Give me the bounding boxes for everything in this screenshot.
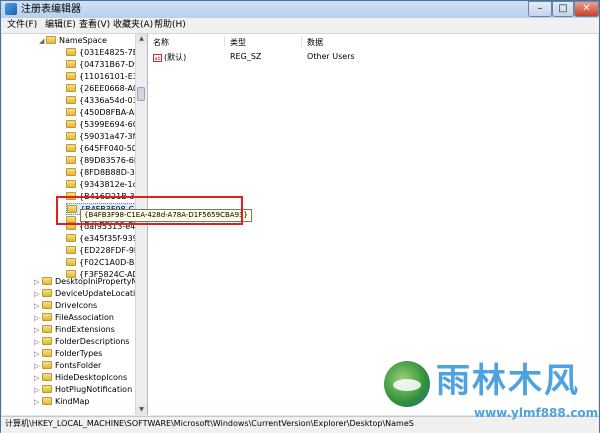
tree-item-child[interactable]: {ED228FDF-9EA [66, 245, 144, 257]
scroll-thumb[interactable] [137, 87, 145, 101]
folder-icon [42, 300, 52, 309]
tree-item-sibling[interactable]: ▷ FindExtensions [34, 324, 115, 336]
folder-icon [66, 47, 76, 56]
tree-item-namespace[interactable]: ◢ NameSpace [39, 35, 107, 47]
tree-item-child[interactable]: {8FD8B88D-30E [66, 167, 145, 179]
expand-icon[interactable]: ▷ [34, 348, 40, 360]
expand-icon[interactable]: ▷ [34, 396, 40, 408]
menu-help[interactable]: 帮助(H) [154, 19, 186, 32]
registry-editor-window: 注册表编辑器 – □ ✕ 文件(F) 编辑(E) 查看(V) 收藏夹(A) 帮助… [0, 0, 600, 433]
folder-icon [66, 107, 76, 116]
tree-item-sibling[interactable]: ▷ KindMap [34, 396, 90, 408]
tree-item-child[interactable]: {59031a47-3f72 [66, 131, 146, 143]
folder-icon [42, 348, 52, 357]
tree-item-sibling[interactable]: ▷ DesktopIniPropertyMa [34, 276, 143, 288]
folder-icon [66, 179, 76, 188]
menu-edit[interactable]: 编辑(E) [45, 19, 76, 32]
tree-item-sibling[interactable]: ▷ DriveIcons [34, 300, 97, 312]
folder-icon [66, 71, 76, 80]
menu-bar: 文件(F) 编辑(E) 查看(V) 收藏夹(A) 帮助(H) [1, 18, 599, 34]
value-row-name[interactable]: ab (默认) [153, 52, 186, 63]
watermark-brand: 雨林木风 [436, 361, 580, 401]
scroll-down-icon[interactable]: ▼ [136, 405, 147, 415]
folder-icon [66, 245, 76, 254]
tree-item-child[interactable]: {F02C1A0D-BE2 [66, 257, 145, 269]
window-title: 注册表编辑器 [21, 4, 81, 15]
title-bar[interactable]: 注册表编辑器 – □ ✕ [1, 1, 599, 18]
column-header-name[interactable]: 名称 [153, 37, 169, 48]
maximize-button[interactable]: □ [552, 1, 574, 17]
folder-icon [42, 336, 52, 345]
watermark-url: www.ylmf888.com [474, 406, 599, 420]
expand-icon[interactable]: ▷ [34, 312, 40, 324]
folder-icon [66, 233, 76, 242]
folder-icon [42, 324, 52, 333]
tree-item-child[interactable]: {e345f35f-9397- [66, 233, 146, 245]
expand-icon[interactable]: ▷ [34, 360, 40, 372]
tree-item-sibling[interactable]: ▷ FontsFolder [34, 360, 101, 372]
expand-icon[interactable]: ▷ [34, 276, 40, 288]
folder-icon [42, 276, 52, 285]
folder-icon [42, 312, 52, 321]
folder-icon [42, 288, 52, 297]
folder-icon [66, 59, 76, 68]
column-header-type[interactable]: 类型 [230, 37, 246, 48]
expand-icon[interactable]: ▷ [34, 384, 40, 396]
menu-favorites[interactable]: 收藏夹(A) [113, 19, 153, 32]
scroll-up-icon[interactable]: ▲ [136, 34, 147, 44]
minimize-button[interactable]: – [528, 1, 552, 17]
brand-logo-icon [384, 361, 430, 407]
folder-icon [42, 396, 52, 405]
expand-icon[interactable]: ▷ [34, 288, 40, 300]
tree-item-child[interactable]: {450D8FBA-AD2 [66, 107, 145, 119]
folder-icon [66, 143, 76, 152]
tree-item-sibling[interactable]: ▷ FolderDescriptions [34, 336, 129, 348]
folder-icon [66, 119, 76, 128]
folder-icon [66, 83, 76, 92]
expand-icon[interactable]: ▷ [34, 336, 40, 348]
folder-icon [42, 372, 52, 381]
folder-icon [42, 384, 52, 393]
expand-icon[interactable]: ▷ [34, 372, 40, 384]
folder-icon [66, 95, 76, 104]
value-row-data: Other Users [307, 52, 355, 61]
regedit-icon [5, 3, 17, 15]
tree-item-sibling[interactable]: ▷ DeviceUpdateLocation [34, 288, 145, 300]
string-value-icon: ab [153, 53, 162, 62]
folder-icon [66, 131, 76, 140]
close-button[interactable]: ✕ [574, 1, 599, 17]
collapse-icon[interactable]: ◢ [39, 35, 45, 47]
tree-item-sibling[interactable]: ▷ HotPlugNotification [34, 384, 132, 396]
tree-item-sibling[interactable]: ▷ FileAssociation [34, 312, 114, 324]
folder-icon [66, 167, 76, 176]
folder-icon [66, 155, 76, 164]
folder-icon [66, 257, 76, 266]
column-divider[interactable] [224, 36, 225, 47]
status-path: 计算机\HKEY_LOCAL_MACHINE\SOFTWARE\Microsof… [5, 419, 414, 428]
logo-swirl [393, 379, 421, 391]
tree-item-child[interactable]: {89D83576-6BD [66, 155, 146, 167]
tree-item-sibling[interactable]: ▷ FolderTypes [34, 348, 102, 360]
red-highlight-annotation [56, 196, 243, 225]
value-row-type: REG_SZ [230, 52, 262, 61]
folder-open-icon [46, 35, 56, 44]
watermark: 雨林木风 www.ylmf888.com [384, 361, 599, 431]
menu-view[interactable]: 查看(V) [79, 19, 110, 32]
expand-icon[interactable]: ▷ [34, 324, 40, 336]
expand-icon[interactable]: ▷ [34, 300, 40, 312]
column-divider[interactable] [301, 36, 302, 47]
folder-icon [42, 360, 52, 369]
menu-file[interactable]: 文件(F) [7, 19, 37, 32]
column-header-data[interactable]: 数据 [307, 37, 323, 48]
tree-item-sibling[interactable]: ▷ HideDesktopIcons [34, 372, 127, 384]
